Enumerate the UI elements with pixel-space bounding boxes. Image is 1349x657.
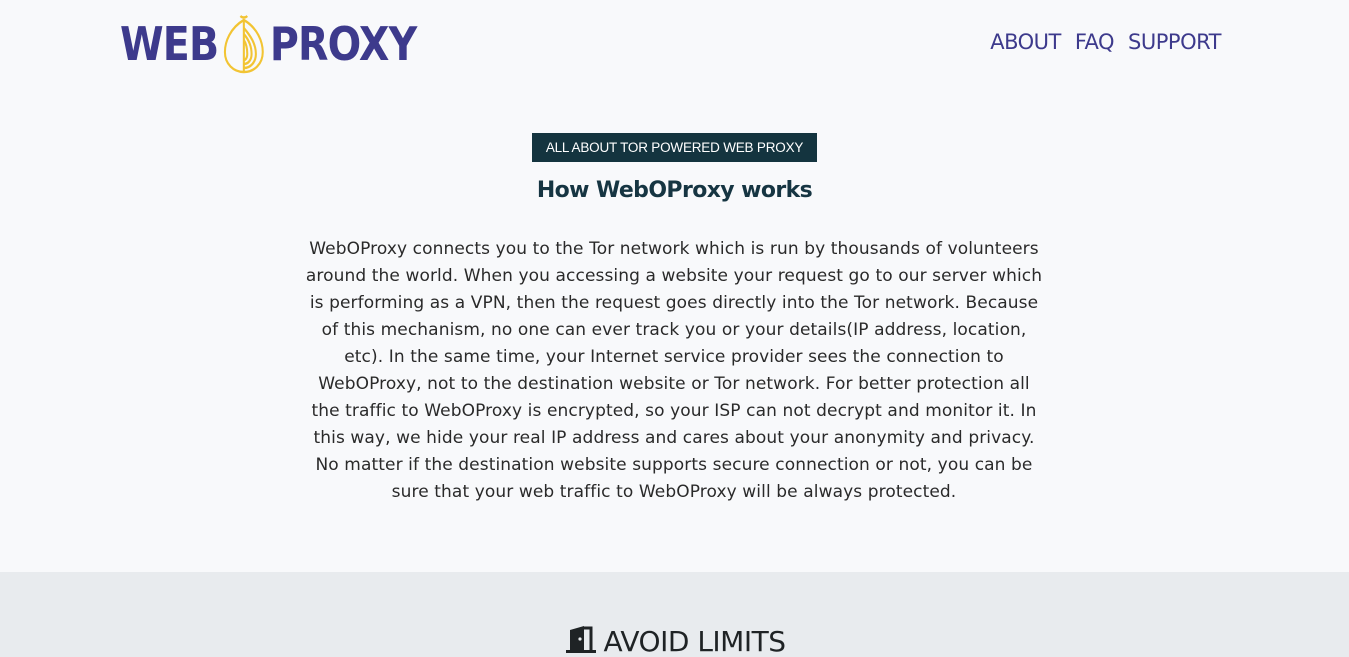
site-logo[interactable]: WEB PROXY [120,14,417,74]
onion-icon [220,14,268,74]
site-header: WEB PROXY ABOUT FAQ SUPPORT [0,0,1349,100]
main-nav: ABOUT FAQ SUPPORT [990,30,1221,54]
door-icon [564,622,598,657]
section-badge: ALL ABOUT TOR POWERED WEB PROXY [532,133,817,162]
nav-support[interactable]: SUPPORT [1128,30,1221,54]
nav-faq[interactable]: FAQ [1075,30,1115,54]
section-title: How WebOProxy works [536,178,813,203]
avoid-limits-heading: AVOID LIMITS [0,622,1349,657]
logo-text-left: WEB [120,17,219,71]
nav-about[interactable]: ABOUT [990,30,1061,54]
logo-text-right: PROXY [269,17,417,71]
avoid-limits-title: AVOID LIMITS [603,625,786,657]
description-text: WebOProxy connects you to the Tor networ… [305,239,1043,502]
